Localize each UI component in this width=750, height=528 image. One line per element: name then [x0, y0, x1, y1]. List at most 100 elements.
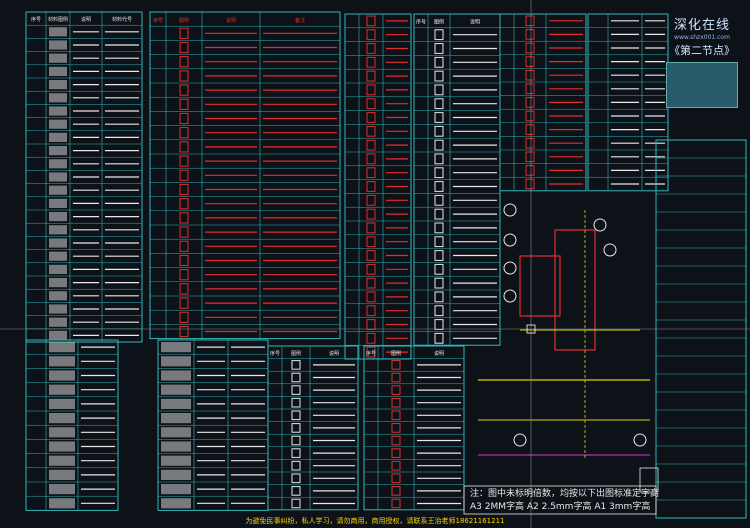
pattern-legend-pattern-swatch — [161, 484, 191, 495]
switch-legend-symbol-icon — [366, 84, 376, 96]
detail-callout-bubble — [603, 243, 617, 257]
symbol-legend-symbol-icon — [291, 448, 301, 458]
switch-legend-symbol-icon — [366, 263, 376, 275]
equipment-legend-symbol-icon — [525, 42, 535, 54]
material-legend-pattern-swatch — [49, 172, 67, 182]
material-legend-2-pattern-swatch — [49, 498, 75, 509]
symbol-legend-symbol-icon — [291, 385, 301, 395]
material-legend-pattern-swatch — [49, 212, 67, 222]
device-legend-symbol-icon — [434, 250, 444, 261]
switch-legend-symbol-icon — [366, 208, 376, 220]
lighting-legend-symbol-icon — [179, 240, 189, 252]
hatch-legend-symbol-icon — [391, 448, 401, 458]
material-legend-2-pattern-swatch — [49, 427, 75, 438]
symbol-legend-symbol-icon — [291, 473, 301, 484]
legend-sheet: 序号 材料图例 说明 材料代号 序号 图例 说明 备注 序号 图例 说明序号 图例 说明 序号 图例 说明 — [0, 0, 750, 528]
material-legend-2-pattern-swatch — [49, 441, 75, 452]
switch-legend-symbol-icon — [366, 167, 376, 179]
device-legend-symbol-icon — [434, 139, 444, 151]
pattern-legend-pattern-swatch — [161, 427, 191, 438]
device-legend-symbol-icon — [434, 291, 444, 303]
material-legend-pattern-swatch — [49, 291, 67, 301]
equipment-legend-symbol-icon — [525, 178, 535, 190]
symbol-legend-symbol-icon — [291, 435, 301, 446]
device-legend-header-cell: 图例 — [434, 19, 444, 26]
equipment-legend-symbol-icon — [525, 124, 535, 135]
hatch-legend-symbol-icon — [391, 486, 401, 496]
switch-legend-symbol-icon — [366, 70, 376, 82]
material-legend-pattern-swatch — [49, 159, 67, 169]
pattern-legend-pattern-swatch — [161, 398, 191, 409]
material-legend-header-cell: 材料代号 — [112, 16, 132, 23]
cad-drawing-canvas[interactable]: 序号 材料图例 说明 材料代号 序号 图例 说明 备注 序号 图例 说明 序号 图例 说明 序号 图例 说明 深… — [0, 0, 750, 528]
hatch-legend-symbol-icon — [391, 423, 401, 433]
watermark: 深化在线 www.shzx001.com 《第二节点》 — [660, 14, 744, 108]
switch-legend-symbol-icon — [366, 250, 376, 261]
equipment-legend-symbol-icon — [525, 69, 535, 81]
device-legend-symbol-icon — [434, 125, 444, 137]
material-legend-2-pattern-swatch — [49, 469, 75, 480]
device-legend-symbol-icon — [434, 153, 444, 165]
pattern-legend-pattern-swatch — [161, 455, 191, 466]
material-legend-pattern-swatch — [49, 106, 67, 116]
material-legend-2-pattern-swatch — [49, 455, 75, 466]
symbol-legend-symbol-icon — [291, 498, 301, 509]
device-legend-symbol-icon — [434, 332, 444, 344]
book-cover-image — [666, 62, 738, 108]
material-legend-2-pattern-swatch — [49, 398, 75, 409]
switch-legend-symbol-icon — [366, 332, 376, 344]
material-legend-pattern-swatch — [49, 330, 67, 340]
equipment-legend-symbol-icon — [525, 83, 535, 95]
lighting-legend-symbol-icon — [179, 98, 189, 110]
switch-legend-symbol-icon — [366, 43, 376, 54]
hatch-legend-symbol-icon — [391, 360, 401, 370]
detail-callout-bubble — [513, 433, 527, 447]
footer-disclaimer: 为避免民事纠纷，私人学习，请勿商用，商用授权，请联系王治老师1862116121… — [245, 517, 505, 525]
device-legend-symbol-icon — [434, 208, 444, 220]
material-legend-pattern-swatch — [49, 119, 67, 129]
material-legend-pattern-swatch — [49, 66, 67, 76]
symbol-legend-symbol-icon — [291, 410, 301, 421]
pattern-legend-pattern-swatch — [161, 370, 191, 381]
hatch-legend-symbol-icon — [391, 410, 401, 421]
device-legend-symbol-icon — [434, 70, 444, 82]
lighting-legend-symbol-icon — [179, 226, 189, 238]
lighting-legend-symbol-icon — [179, 269, 189, 281]
hatch-legend-header-cell: 序号 — [366, 350, 376, 357]
pattern-legend-pattern-swatch — [161, 342, 191, 353]
lighting-legend-symbol-icon — [179, 70, 189, 82]
device-legend-symbol-icon — [434, 56, 444, 68]
material-legend-pattern-swatch — [49, 278, 67, 288]
material-legend-pattern-swatch — [49, 146, 67, 156]
lighting-legend-symbol-icon — [179, 325, 189, 338]
device-legend-symbol-icon — [434, 263, 444, 275]
switch-legend-symbol-icon — [366, 277, 376, 289]
equipment-legend-symbol-icon — [525, 97, 535, 108]
lighting-legend-symbol-icon — [179, 254, 189, 267]
lighting-legend-symbol-icon — [179, 127, 189, 139]
symbol-legend-symbol-icon — [291, 486, 301, 496]
symbol-legend-symbol-icon — [291, 360, 301, 370]
equipment-legend-symbol-icon — [525, 151, 535, 163]
watermark-subtitle: 《第二节点》 — [669, 44, 735, 57]
device-legend-symbol-icon — [434, 98, 444, 110]
material-legend-2-pattern-swatch — [49, 484, 75, 495]
detail-column-outline — [554, 229, 596, 351]
device-legend-symbol-icon — [434, 194, 444, 206]
pattern-legend-pattern-swatch — [161, 356, 191, 367]
standard-note: 注：图中未标明倍数，均按以下出图标准定字高 A3 2MM字高 A2 2.5mm字… — [470, 488, 659, 514]
lighting-legend-symbol-icon — [179, 169, 189, 181]
watermark-url: www.shzx001.com — [674, 34, 730, 41]
material-legend-pattern-swatch — [49, 40, 67, 50]
device-legend-symbol-icon — [434, 43, 444, 54]
switch-legend-symbol-icon — [366, 125, 376, 137]
hatch-legend-header-cell: 图例 — [391, 350, 401, 357]
device-legend-symbol-icon — [434, 181, 444, 192]
symbol-legend-header-cell: 图例 — [291, 350, 301, 357]
device-legend-symbol-icon — [434, 112, 444, 123]
switch-legend-symbol-icon — [366, 319, 376, 330]
hatch-legend-symbol-icon — [391, 498, 401, 509]
device-legend-header-cell: 说明 — [470, 19, 480, 26]
material-legend-pattern-swatch — [49, 53, 67, 63]
lighting-legend-symbol-icon — [179, 41, 189, 54]
